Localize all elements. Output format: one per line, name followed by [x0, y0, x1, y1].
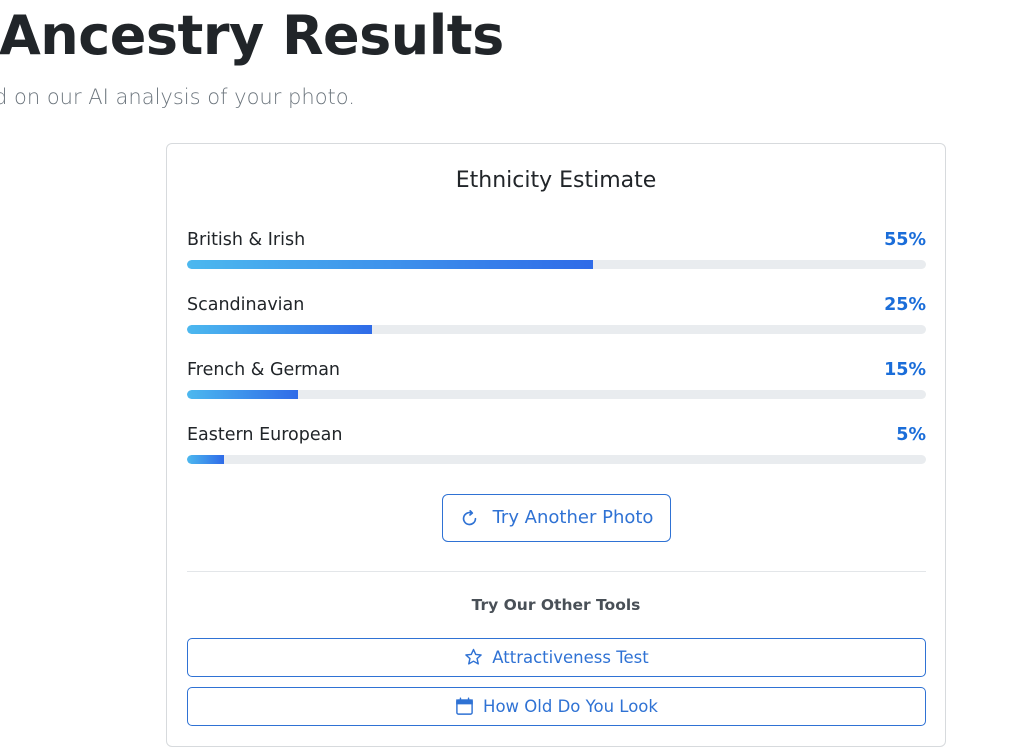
ethnicity-progress-track — [187, 325, 926, 334]
ethnicity-list: British & Irish 55% Scandinavian 25% Fre… — [187, 226, 926, 486]
ethnicity-row: Eastern European 5% — [187, 421, 926, 486]
ethnicity-name: British & Irish — [187, 230, 306, 250]
refresh-icon — [460, 509, 479, 528]
ethnicity-row: Scandinavian 25% — [187, 291, 926, 356]
ethnicity-progress-track — [187, 455, 926, 464]
results-page: Ancestry Results d on our AI analysis of… — [0, 0, 1014, 756]
ethnicity-name: French & German — [187, 360, 341, 380]
how-old-do-you-look-label: How Old Do You Look — [483, 697, 658, 716]
how-old-do-you-look-button[interactable]: How Old Do You Look — [187, 687, 926, 726]
ethnicity-percent: 15% — [884, 360, 926, 380]
star-icon — [464, 648, 483, 667]
ethnicity-progress-fill — [187, 260, 594, 269]
other-tools-title: Try Our Other Tools — [471, 596, 641, 614]
ethnicity-card: Ethnicity Estimate British & Irish 55% S… — [166, 143, 946, 747]
try-another-photo-label: Try Another Photo — [492, 507, 654, 528]
attractiveness-test-label: Attractiveness Test — [492, 648, 649, 667]
ethnicity-percent: 55% — [884, 230, 926, 250]
ethnicity-progress-fill — [187, 455, 224, 464]
ethnicity-progress-track — [187, 390, 926, 399]
ethnicity-percent: 5% — [896, 425, 926, 445]
calendar-icon — [455, 697, 474, 716]
ethnicity-row: French & German 15% — [187, 356, 926, 421]
ethnicity-percent: 25% — [884, 295, 926, 315]
ethnicity-progress-fill — [187, 390, 298, 399]
attractiveness-test-button[interactable]: Attractiveness Test — [187, 638, 926, 677]
ethnicity-name: Eastern European — [187, 425, 343, 445]
ethnicity-progress-track — [187, 260, 926, 269]
section-divider — [187, 571, 926, 572]
card-title: Ethnicity Estimate — [455, 168, 657, 193]
page-subtitle: d on our AI analysis of your photo. — [0, 85, 355, 109]
ethnicity-progress-fill — [187, 325, 372, 334]
ethnicity-row: British & Irish 55% — [187, 226, 926, 291]
ethnicity-name: Scandinavian — [187, 295, 305, 315]
page-title: Ancestry Results — [0, 4, 504, 67]
try-another-photo-button[interactable]: Try Another Photo — [442, 494, 671, 542]
